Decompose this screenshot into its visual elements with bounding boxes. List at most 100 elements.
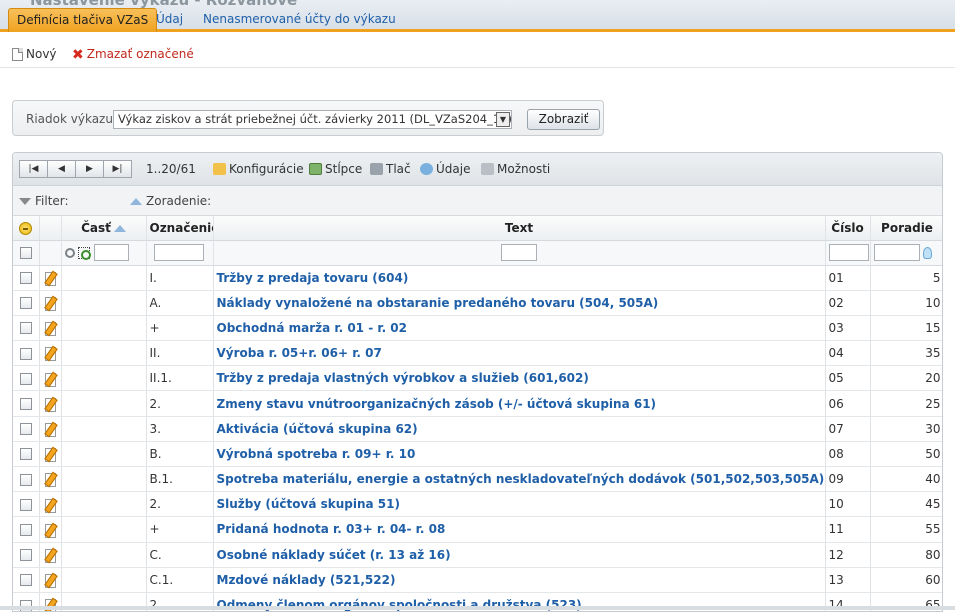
lightbulb-icon[interactable] xyxy=(923,246,933,259)
row-edit-cell xyxy=(39,416,62,442)
part-filter-input[interactable] xyxy=(94,244,130,261)
table-row[interactable]: C.1. Mzdové náklady (521,522) 13 60 xyxy=(13,567,942,593)
edit-icon[interactable] xyxy=(44,321,56,337)
row-edit-cell xyxy=(39,542,62,568)
row-select-cell xyxy=(13,516,40,543)
row-checkbox[interactable] xyxy=(19,423,32,436)
row-select-cell xyxy=(13,340,40,367)
edit-icon[interactable] xyxy=(44,372,56,387)
top-header: Nastavenie výkazu - Rozvahové Definícia … xyxy=(0,0,955,32)
filter-toggle[interactable]: Filter: xyxy=(19,194,69,208)
row-checkbox[interactable] xyxy=(19,473,32,486)
show-button[interactable]: Zobraziť xyxy=(527,109,600,130)
row-checkbox[interactable] xyxy=(19,498,32,511)
column-header-text[interactable]: Text xyxy=(213,216,826,241)
table-row[interactable]: I. Tržby z predaja tovaru (604) 01 5 xyxy=(13,265,942,291)
row-checkbox[interactable] xyxy=(19,272,32,285)
row-checkbox[interactable] xyxy=(19,297,32,310)
search-active-icon[interactable] xyxy=(78,246,92,260)
column-header-mark[interactable]: Označenie xyxy=(146,216,214,241)
edit-icon[interactable] xyxy=(44,498,56,513)
table-row[interactable]: II.1. Tržby z predaja vlastných výrobkov… xyxy=(13,365,942,392)
edit-icon[interactable] xyxy=(44,573,56,589)
row-text-link[interactable]: Spotreba materiálu, energie a ostatných … xyxy=(214,472,825,486)
row-text-link[interactable]: Pridaná hodnota r. 03+ r. 04- r. 08 xyxy=(214,522,446,536)
print-button[interactable]: Tlač xyxy=(370,162,411,176)
number-filter-input[interactable] xyxy=(828,244,869,261)
funnel-icon xyxy=(19,198,31,205)
horizontal-scrollbar[interactable] xyxy=(0,606,955,610)
row-text-link[interactable]: Služby (účtová skupina 51) xyxy=(214,497,400,511)
delete-selected-button[interactable]: ✖ Zmazať označené xyxy=(72,46,194,62)
table-row[interactable]: 2. Služby (účtová skupina 51) 10 45 xyxy=(13,491,942,518)
table-row[interactable]: + Pridaná hodnota r. 03+ r. 04- r. 08 11… xyxy=(13,516,942,543)
row-checkbox[interactable] xyxy=(19,523,32,536)
next-page-button[interactable]: ▶ xyxy=(75,160,104,178)
row-checkbox[interactable] xyxy=(19,347,32,360)
table-row[interactable]: II. Výroba r. 05+r. 06+ r. 07 04 35 xyxy=(13,340,942,367)
row-text-link[interactable]: Osobné náklady súčet (r. 13 až 16) xyxy=(214,548,451,562)
data-button[interactable]: Údaje xyxy=(420,162,470,176)
row-text-link[interactable]: Tržby z predaja vlastných výrobkov a slu… xyxy=(214,371,589,385)
row-checkbox[interactable] xyxy=(19,448,32,461)
table-row[interactable]: + Obchodná marža r. 01 - r. 02 03 15 xyxy=(13,315,942,342)
column-header-number[interactable]: Číslo xyxy=(825,216,871,241)
prev-page-button[interactable]: ◀ xyxy=(47,160,76,178)
row-text-link[interactable]: Mzdové náklady (521,522) xyxy=(214,573,396,587)
tab-nenasmerovane[interactable]: Nenasmerované účty do výkazu xyxy=(195,8,404,32)
search-icon[interactable] xyxy=(64,247,75,258)
row-checkbox[interactable] xyxy=(19,549,32,562)
columns-button[interactable]: Stĺpce xyxy=(309,162,362,176)
text-filter-input[interactable] xyxy=(501,244,537,261)
options-button[interactable]: Možnosti xyxy=(481,162,550,176)
select-all-checkbox[interactable] xyxy=(19,247,32,259)
edit-icon[interactable] xyxy=(44,472,56,488)
report-row-select-value: Výkaz ziskov a strát priebežnej účt. záv… xyxy=(118,112,512,126)
new-button[interactable]: Nový xyxy=(12,46,57,62)
row-checkbox[interactable] xyxy=(19,372,32,385)
mark-filter-input[interactable] xyxy=(153,244,204,261)
config-button[interactable]: Konfigurácie xyxy=(213,162,304,176)
row-checkbox[interactable] xyxy=(19,574,32,587)
row-text-link[interactable]: Aktivácia (účtová skupina 62) xyxy=(214,422,418,436)
row-checkbox[interactable] xyxy=(19,398,32,411)
row-text-link[interactable]: Náklady vynaložené na obstaranie predané… xyxy=(214,296,659,310)
table-row[interactable]: B.1. Spotreba materiálu, energie a ostat… xyxy=(13,466,942,493)
tab-definicia[interactable]: Definícia tlačiva VZaS xyxy=(8,8,158,32)
data-table: Časť Označenie Text Číslo Poradie I. Trž… xyxy=(13,216,942,611)
edit-icon[interactable] xyxy=(44,296,56,312)
last-page-button[interactable]: ▶| xyxy=(103,160,132,178)
column-header-part[interactable]: Časť xyxy=(61,216,147,241)
edit-icon[interactable] xyxy=(44,523,56,538)
row-mark: C. xyxy=(146,542,214,568)
sort-toggle[interactable]: Zoradenie: xyxy=(130,194,211,208)
first-page-button[interactable]: |◀ xyxy=(19,160,48,178)
tab-udaj[interactable]: Údaj xyxy=(148,8,191,32)
table-row[interactable]: A. Náklady vynaložené na obstaranie pred… xyxy=(13,290,942,316)
edit-icon[interactable] xyxy=(44,447,56,463)
edit-icon[interactable] xyxy=(44,422,56,437)
row-text-link[interactable]: Tržby z predaja tovaru (604) xyxy=(214,271,409,285)
select-all-header[interactable] xyxy=(13,216,40,241)
edit-icon[interactable] xyxy=(44,397,56,412)
row-text-link[interactable]: Obchodná marža r. 01 - r. 02 xyxy=(214,321,408,335)
row-text-link[interactable]: Zmeny stavu vnútroorganizačných zásob (+… xyxy=(214,397,657,411)
order-filter-input[interactable] xyxy=(873,244,920,261)
row-number: 12 xyxy=(825,542,871,568)
edit-icon[interactable] xyxy=(44,548,56,563)
table-row[interactable]: C. Osobné náklady súčet (r. 13 až 16) 12… xyxy=(13,542,942,568)
table-row[interactable]: 2. Zmeny stavu vnútroorganizačných zásob… xyxy=(13,390,942,417)
table-row[interactable]: B. Výrobná spotreba r. 09+ r. 10 08 50 xyxy=(13,441,942,468)
table-row[interactable]: 3. Aktivácia (účtová skupina 62) 07 30 xyxy=(13,416,942,442)
row-text-link[interactable]: Výrobná spotreba r. 09+ r. 10 xyxy=(214,447,416,461)
report-row-select[interactable]: Výkaz ziskov a strát priebežnej účt. záv… xyxy=(113,110,512,129)
deselect-icon[interactable] xyxy=(19,221,33,235)
chevron-down-icon[interactable]: ▼ xyxy=(496,112,510,127)
edit-icon[interactable] xyxy=(44,346,56,362)
row-checkbox[interactable] xyxy=(19,322,32,335)
column-header-part-label: Časť xyxy=(81,220,111,235)
row-text-link[interactable]: Výroba r. 05+r. 06+ r. 07 xyxy=(214,346,382,360)
edit-icon[interactable] xyxy=(44,271,56,286)
row-mark: 2. xyxy=(146,491,214,518)
column-header-order[interactable]: Poradie xyxy=(870,216,942,241)
